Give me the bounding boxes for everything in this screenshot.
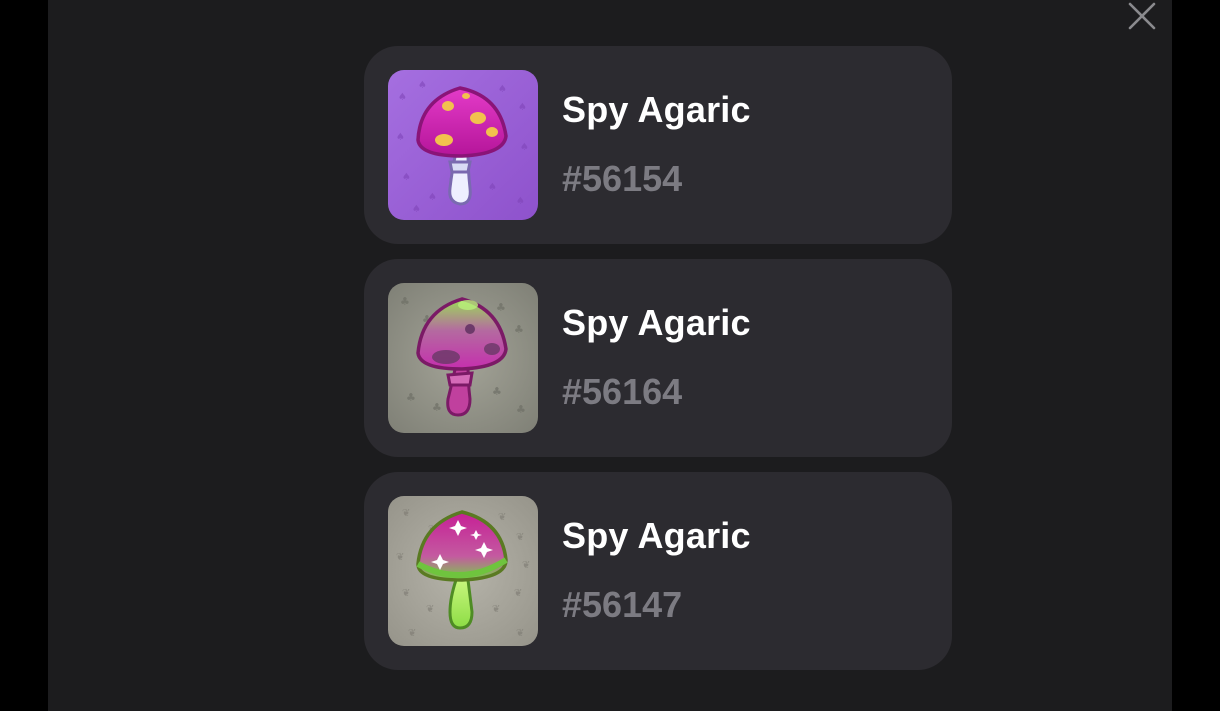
item-name: Spy Agaric	[562, 89, 751, 130]
svg-text:♣: ♣	[432, 401, 442, 414]
close-icon	[1128, 2, 1156, 30]
svg-text:♣: ♣	[516, 403, 526, 416]
svg-text:♠: ♠	[498, 84, 507, 95]
svg-text:❦: ❦	[498, 512, 506, 523]
svg-text:❦: ❦	[426, 604, 434, 615]
svg-text:♣: ♣	[406, 391, 416, 404]
svg-text:❦: ❦	[402, 508, 410, 519]
svg-text:♠: ♠	[428, 192, 437, 203]
svg-text:♠: ♠	[396, 132, 405, 143]
item-thumbnail: ♠♠♠♠ ♠♠♠♠ ♠♠♠♠	[388, 70, 538, 220]
svg-text:♠: ♠	[418, 80, 427, 91]
item-card[interactable]: ♣ ♣ ♣ ♣ ♣ ♣ ♣ ♣ Spy Agaric #56164	[364, 259, 952, 457]
svg-text:♠: ♠	[402, 172, 411, 183]
item-name: Spy Agaric	[562, 302, 751, 343]
svg-text:❦: ❦	[402, 588, 410, 599]
svg-text:♠: ♠	[398, 92, 407, 103]
item-id: #56164	[562, 371, 683, 412]
svg-text:❦: ❦	[408, 628, 416, 639]
item-thumbnail: ❦❦❦❦ ❦❦❦❦ ❦❦❦❦	[388, 496, 538, 646]
item-id: #56154	[562, 158, 683, 199]
modal: ♠♠♠♠ ♠♠♠♠ ♠♠♠♠ Spy Agaric #56154	[48, 0, 1172, 711]
item-thumbnail: ♣ ♣ ♣ ♣ ♣ ♣ ♣ ♣	[388, 283, 538, 433]
svg-text:❦: ❦	[396, 552, 404, 563]
svg-text:♣: ♣	[400, 295, 410, 308]
svg-text:♠: ♠	[520, 142, 529, 153]
item-card[interactable]: ♠♠♠♠ ♠♠♠♠ ♠♠♠♠ Spy Agaric #56154	[364, 46, 952, 244]
svg-text:♣: ♣	[514, 323, 524, 336]
svg-text:❦: ❦	[514, 588, 522, 599]
svg-text:❦: ❦	[492, 604, 500, 615]
item-card[interactable]: ❦❦❦❦ ❦❦❦❦ ❦❦❦❦ Spy Agaric #56147	[364, 472, 952, 670]
mushroom-icon: ❦❦❦❦ ❦❦❦❦ ❦❦❦❦	[388, 496, 538, 646]
svg-text:♠: ♠	[516, 196, 525, 207]
svg-text:♣: ♣	[496, 301, 506, 314]
svg-text:♣: ♣	[492, 385, 502, 398]
close-button[interactable]	[1123, 0, 1161, 35]
mushroom-icon: ♠♠♠♠ ♠♠♠♠ ♠♠♠♠	[388, 70, 538, 220]
svg-text:❦: ❦	[516, 628, 524, 639]
svg-text:♠: ♠	[488, 182, 497, 193]
svg-text:❦: ❦	[522, 560, 530, 571]
item-id: #56147	[562, 584, 683, 625]
item-name: Spy Agaric	[562, 515, 751, 556]
svg-text:❦: ❦	[516, 532, 524, 543]
svg-text:♠: ♠	[518, 102, 527, 113]
mushroom-icon: ♣♣♣♣ ♣♣♣♣	[388, 283, 538, 433]
svg-text:♠: ♠	[412, 204, 421, 215]
